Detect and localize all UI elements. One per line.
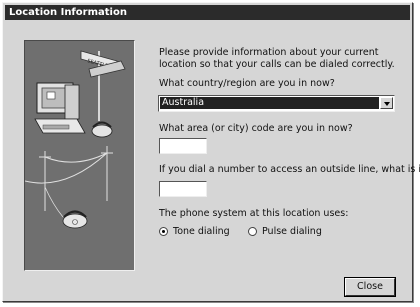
tone-dialing-radio[interactable] <box>159 226 168 236</box>
area-code-input[interactable] <box>159 138 207 154</box>
desk-phone-icon <box>91 121 113 138</box>
chevron-down-icon <box>384 102 390 106</box>
pulse-dialing-label: Pulse dialing <box>262 225 322 237</box>
location-illustration: SEATTLE <box>24 40 135 271</box>
area-code-label: What area (or city) code are you in now? <box>159 123 353 134</box>
location-information-dialog: Location Information SEATTLE Please prov… <box>2 2 420 302</box>
intro-text: Please provide information about your cu… <box>159 47 395 70</box>
pulse-dialing-option[interactable]: Pulse dialing <box>248 224 322 238</box>
country-selected-value: Australia <box>160 97 379 109</box>
telephone-line-icon <box>25 146 113 211</box>
outside-line-input[interactable] <box>159 181 207 197</box>
country-select[interactable]: Australia <box>158 95 395 112</box>
close-button[interactable]: Close <box>345 278 395 296</box>
tone-dialing-option[interactable]: Tone dialing <box>159 224 230 238</box>
telephone-icon <box>44 186 88 229</box>
dialog-title: Location Information <box>5 5 410 20</box>
outside-line-label: If you dial a number to access an outsid… <box>159 164 420 175</box>
tone-dialing-label: Tone dialing <box>173 225 230 237</box>
dropdown-button[interactable] <box>380 97 393 109</box>
computer-icon <box>34 82 86 134</box>
phone-system-label: The phone system at this location uses: <box>159 208 349 219</box>
country-label: What country/region are you in now? <box>159 78 335 89</box>
pulse-dialing-radio[interactable] <box>248 226 257 236</box>
